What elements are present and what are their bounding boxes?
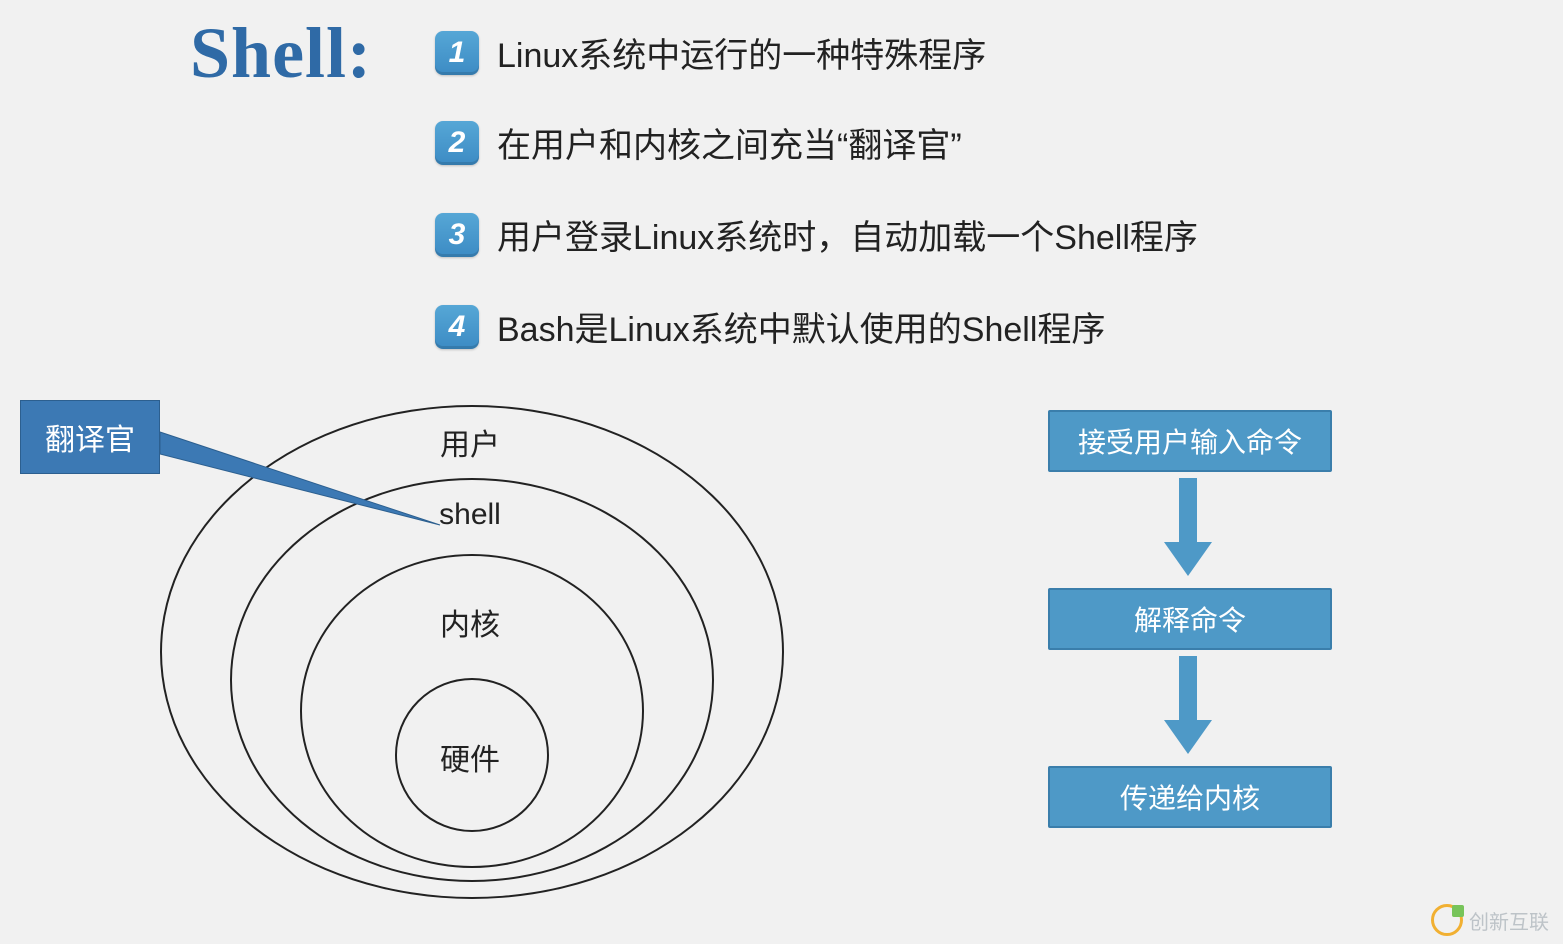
page-title: Shell: bbox=[190, 12, 372, 95]
bullet-row-2: 2 在用户和内核之间充当“翻译官” bbox=[435, 118, 962, 167]
ellipse-label-outer: 用户 bbox=[440, 420, 500, 464]
watermark-text: 创新互联 bbox=[1469, 906, 1549, 935]
callout-text: 翻译官 bbox=[45, 424, 135, 457]
flow-step-1: 接受用户输入命令 bbox=[1048, 410, 1332, 472]
flow-step-label: 传递给内核 bbox=[1120, 777, 1260, 817]
flow-step-label: 接受用户输入命令 bbox=[1078, 421, 1302, 461]
callout-box: 翻译官 bbox=[20, 400, 160, 474]
bullet-num-icon: 2 bbox=[435, 121, 479, 165]
bullet-text: Bash是Linux系统中默认使用的Shell程序 bbox=[497, 302, 1105, 351]
bullet-text: Linux系统中运行的一种特殊程序 bbox=[497, 28, 986, 77]
ellipse-label-mid: shell bbox=[439, 498, 501, 532]
flow-step-label: 解释命令 bbox=[1134, 599, 1246, 639]
bullet-text: 用户登录Linux系统时，自动加载一个Shell程序 bbox=[497, 210, 1198, 259]
flow-step-2: 解释命令 bbox=[1048, 588, 1332, 650]
ellipse-label-core: 硬件 bbox=[440, 735, 500, 779]
logo-icon bbox=[1431, 904, 1463, 936]
bullet-row-4: 4 Bash是Linux系统中默认使用的Shell程序 bbox=[435, 302, 1105, 351]
bullet-num-icon: 4 bbox=[435, 305, 479, 349]
ellipse-label-inner: 内核 bbox=[440, 600, 500, 644]
bullet-row-3: 3 用户登录Linux系统时，自动加载一个Shell程序 bbox=[435, 210, 1198, 259]
flow-step-3: 传递给内核 bbox=[1048, 766, 1332, 828]
watermark: 创新互联 bbox=[1431, 904, 1549, 936]
bullet-num-icon: 3 bbox=[435, 213, 479, 257]
bullet-row-1: 1 Linux系统中运行的一种特殊程序 bbox=[435, 28, 986, 77]
bullet-num-icon: 1 bbox=[435, 31, 479, 75]
bullet-text: 在用户和内核之间充当“翻译官” bbox=[497, 118, 962, 167]
diagram-stage: Shell: 1 Linux系统中运行的一种特殊程序 2 在用户和内核之间充当“… bbox=[0, 0, 1563, 944]
